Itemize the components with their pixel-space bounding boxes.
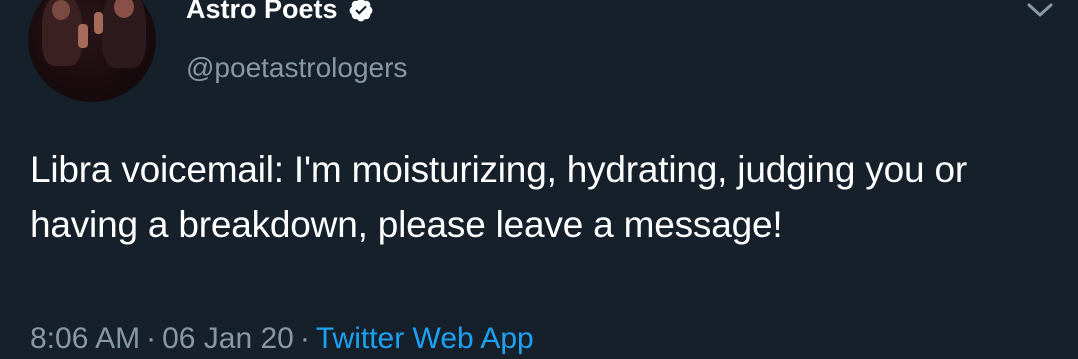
avatar-face-left [52, 0, 70, 20]
display-name[interactable]: Astro Poets [186, 0, 338, 25]
tweet-card: Astro Poets @poetastrologers Libra voice… [0, 0, 1078, 359]
chevron-down-icon[interactable] [1026, 0, 1054, 22]
author-name-row[interactable]: Astro Poets [186, 0, 374, 25]
separator-dot: · [146, 322, 157, 355]
tweet-metadata: 8:06 AM · 06 Jan 20 · Twitter Web App [30, 322, 534, 356]
separator-dot: · [299, 322, 310, 355]
verified-badge-icon [348, 0, 374, 23]
tweet-source-link[interactable]: Twitter Web App [316, 322, 534, 355]
username-handle[interactable]: @poetastrologers [186, 52, 407, 84]
avatar-hand-left [78, 24, 88, 48]
tweet-text: Libra voicemail: I'm moisturizing, hydra… [30, 149, 967, 245]
avatar-hand-right [94, 12, 103, 34]
tweet-date[interactable]: 06 Jan 20 [162, 322, 294, 355]
avatar[interactable] [28, 0, 156, 102]
tweet-time[interactable]: 8:06 AM [30, 322, 140, 355]
